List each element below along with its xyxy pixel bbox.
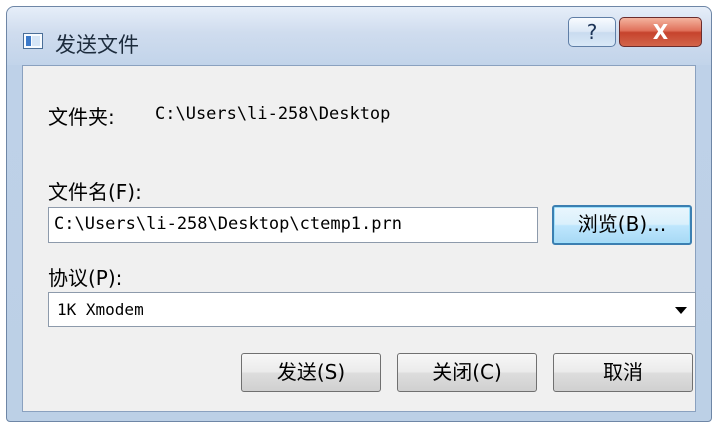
help-button[interactable]: ? (568, 17, 616, 47)
browse-button[interactable]: 浏览(B)... (552, 205, 692, 245)
window-icon (23, 33, 43, 49)
close-button[interactable]: 关闭(C) (397, 353, 537, 392)
protocol-selected-value: 1K Xmodem (57, 300, 144, 319)
window-title: 发送文件 (55, 33, 139, 57)
send-button[interactable]: 发送(S) (241, 353, 381, 392)
folder-label: 文件夹: (48, 105, 115, 129)
folder-value: C:\Users\li-258\Desktop (155, 104, 391, 124)
dropdown-arrow-icon (675, 307, 687, 314)
send-file-dialog: 发送文件 ? X 文件夹: C:\Users\li-258\Desktop 文件… (6, 6, 712, 422)
dialog-content: 文件夹: C:\Users\li-258\Desktop 文件名(F): C:\… (22, 65, 696, 412)
close-window-button[interactable]: X (619, 17, 702, 47)
protocol-select[interactable]: 1K Xmodem (48, 292, 696, 327)
title-bar: 发送文件 ? X (7, 7, 711, 65)
filename-input[interactable]: C:\Users\li-258\Desktop\ctemp1.prn (48, 207, 538, 243)
filename-label: 文件名(F): (48, 180, 142, 204)
protocol-label: 协议(P): (48, 266, 123, 290)
cancel-button[interactable]: 取消 (553, 353, 693, 392)
